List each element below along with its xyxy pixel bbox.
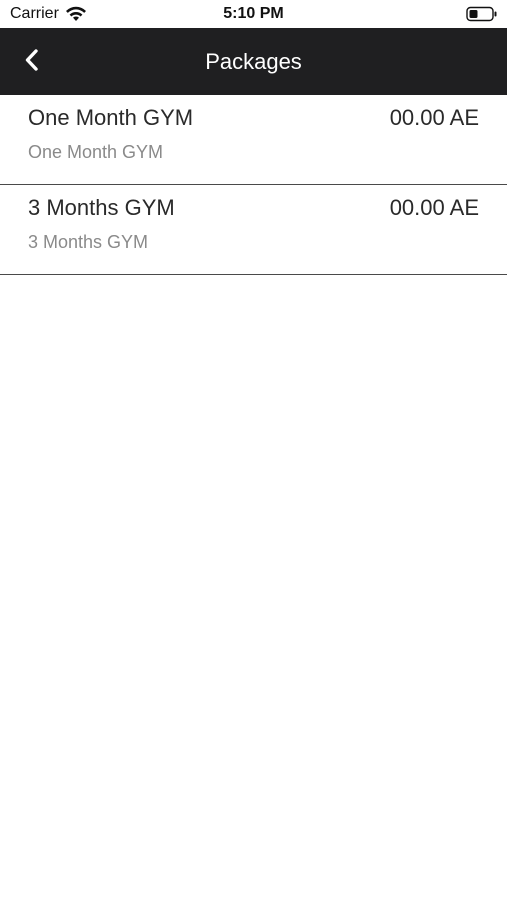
package-description: 3 Months GYM	[28, 232, 149, 252]
battery-icon	[466, 6, 498, 22]
page-title: Packages	[205, 49, 302, 74]
navigation-bar: Packages	[0, 28, 507, 95]
package-name: 3 Months GYM	[28, 195, 175, 220]
package-row[interactable]: 3 Months GYM 3 Months GYM 00.00 AE	[0, 185, 507, 275]
packages-screen: Carrier 5:10 PM Packages One Month GYM O…	[0, 0, 507, 900]
package-list: One Month GYM One Month GYM 00.00 AE 3 M…	[0, 95, 507, 275]
package-row[interactable]: One Month GYM One Month GYM 00.00 AE	[0, 95, 507, 185]
package-price: 00.00 AE	[389, 105, 479, 130]
status-bar: Carrier 5:10 PM	[0, 0, 507, 28]
status-time: 5:10 PM	[223, 5, 284, 22]
package-price: 00.00 AE	[389, 195, 479, 220]
package-description: One Month GYM	[28, 142, 164, 162]
package-name: One Month GYM	[28, 105, 194, 130]
